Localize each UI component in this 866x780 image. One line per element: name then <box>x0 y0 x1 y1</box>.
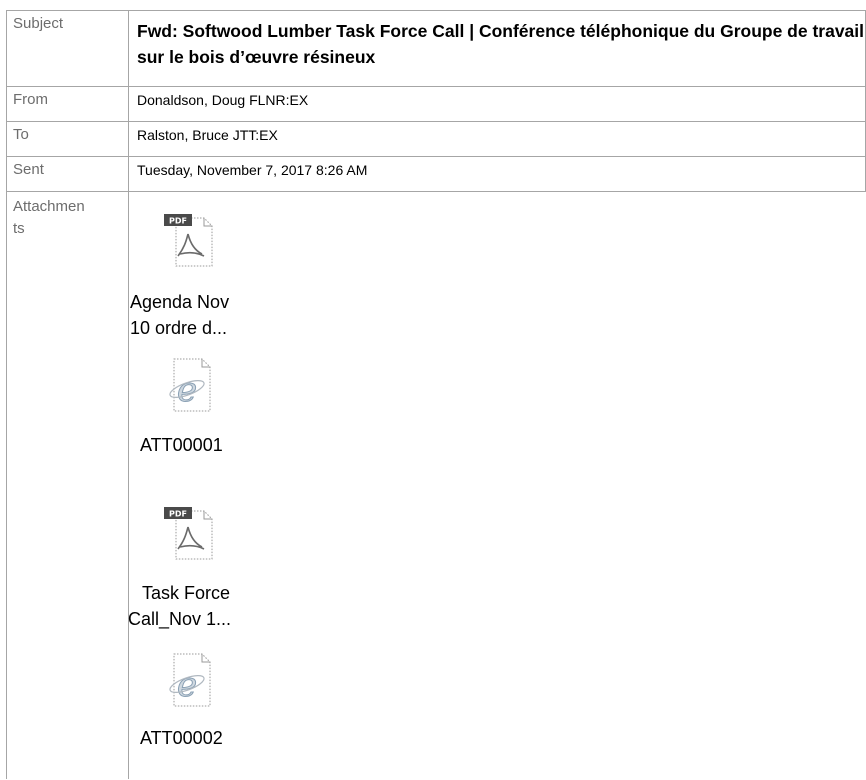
attachment-pdf-agenda[interactable]: PDF Agenda Nov 10 ordre d... <box>130 212 290 372</box>
attachment-name-line1: Task Force <box>142 583 231 603</box>
attachment-name-line2: 10 ordre d... <box>130 318 228 338</box>
attachments-row: Attachmen ts <box>6 191 866 779</box>
sent-row: Sent Tuesday, November 7, 2017 8:26 AM <box>6 156 866 192</box>
subject-label: Subject <box>6 10 129 87</box>
subject-row: Subject Fwd: Softwood Lumber Task Force … <box>6 10 866 87</box>
pdf-file-icon: PDF <box>164 214 213 267</box>
ie-html-file-icon: e <box>169 358 211 412</box>
attachment-html-att00001[interactable]: e ATT00001 <box>140 355 290 465</box>
from-value: Donaldson, Doug FLNR:EX <box>128 86 866 122</box>
to-value: Ralston, Bruce JTT:EX <box>128 121 866 157</box>
pdf-badge-text: PDF <box>169 510 187 519</box>
pdf-file-icon: PDF <box>164 507 213 560</box>
subject-value: Fwd: Softwood Lumber Task Force Call | C… <box>128 10 866 87</box>
attachment-name-line2: Call_Nov 1... <box>128 609 232 629</box>
attachments-label: Attachmen ts <box>6 191 129 779</box>
ie-html-file-icon: e <box>169 653 211 707</box>
from-row: From Donaldson, Doug FLNR:EX <box>6 86 866 122</box>
attachment-html-att00002[interactable]: e ATT00002 <box>140 650 290 760</box>
attachments-label-line1: Attachmen <box>13 198 85 215</box>
svg-text:e: e <box>177 370 197 410</box>
attachment-pdf-task-force[interactable]: PDF Task Force Call_Nov 1... <box>128 505 290 665</box>
attachment-name-line1: ATT00001 <box>140 435 223 455</box>
sent-label: Sent <box>6 156 129 192</box>
attachments-label-line2: ts <box>13 220 25 237</box>
email-header-table: Subject Fwd: Softwood Lumber Task Force … <box>6 10 866 779</box>
sent-value: Tuesday, November 7, 2017 8:26 AM <box>128 156 866 192</box>
svg-text:e: e <box>177 665 197 705</box>
from-label: From <box>6 86 129 122</box>
pdf-badge-text: PDF <box>169 217 187 226</box>
attachment-name-line1: ATT00002 <box>140 728 223 748</box>
to-label: To <box>6 121 129 157</box>
attachment-name-line1: Agenda Nov <box>130 292 230 312</box>
to-row: To Ralston, Bruce JTT:EX <box>6 121 866 157</box>
